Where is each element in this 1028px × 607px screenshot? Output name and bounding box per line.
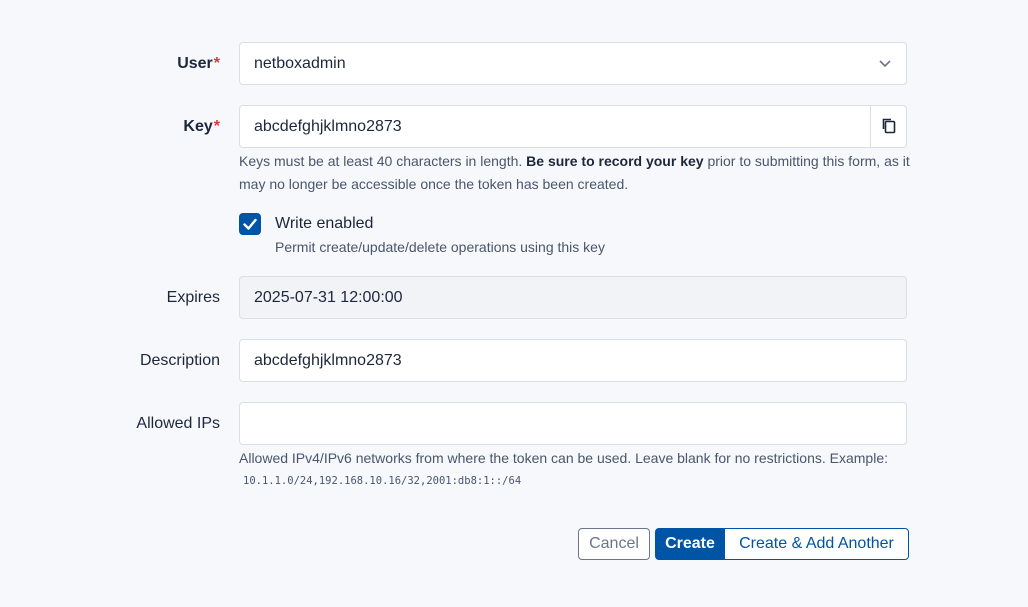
write-enabled-label[interactable]: Write enabled xyxy=(275,214,373,234)
key-input[interactable]: abcdefghjklmno2873 xyxy=(239,105,907,148)
description-input[interactable]: abcdefghjklmno2873 xyxy=(239,339,907,382)
allowed-ips-help: Allowed IPv4/IPv6 networks from where th… xyxy=(239,450,888,466)
key-help-text: Keys must be at least 40 characters in l… xyxy=(239,150,914,196)
required-mark: * xyxy=(213,118,220,135)
user-label-text: User xyxy=(177,55,213,72)
key-help-bold: Be sure to record your key xyxy=(526,153,704,169)
write-enabled-help: Permit create/update/delete operations u… xyxy=(275,239,605,255)
create-button[interactable]: Create xyxy=(655,528,725,560)
create-and-add-another-button[interactable]: Create & Add Another xyxy=(724,528,909,560)
user-select-value: netboxadmin xyxy=(254,55,346,72)
copy-icon xyxy=(882,118,896,134)
expires-input[interactable]: 2025-07-31 12:00:00 xyxy=(239,276,907,319)
key-help-part1: Keys must be at least 40 characters in l… xyxy=(239,153,527,169)
key-label-text: Key xyxy=(183,118,213,135)
cancel-button[interactable]: Cancel xyxy=(578,528,650,560)
copy-key-button[interactable] xyxy=(870,105,906,148)
write-enabled-checkbox[interactable] xyxy=(239,213,261,235)
expires-input-value: 2025-07-31 12:00:00 xyxy=(254,289,403,306)
description-label: Description xyxy=(139,352,220,369)
allowed-ips-input[interactable] xyxy=(239,402,907,445)
user-label: User* xyxy=(20,54,220,74)
chevron-down-icon xyxy=(879,60,891,68)
user-select[interactable]: netboxadmin xyxy=(239,42,907,85)
allowed-ips-example: 10.1.1.0/24,192.168.10.16/32,2001:db8:1:… xyxy=(243,475,522,487)
key-input-value: abcdefghjklmno2873 xyxy=(254,118,402,135)
description-input-value: abcdefghjklmno2873 xyxy=(254,352,402,369)
allowed-ips-label: Allowed IPs xyxy=(136,415,220,432)
expires-label: Expires xyxy=(166,289,220,306)
required-mark: * xyxy=(213,55,220,72)
checkmark-icon xyxy=(243,218,257,230)
key-label: Key* xyxy=(20,117,220,137)
